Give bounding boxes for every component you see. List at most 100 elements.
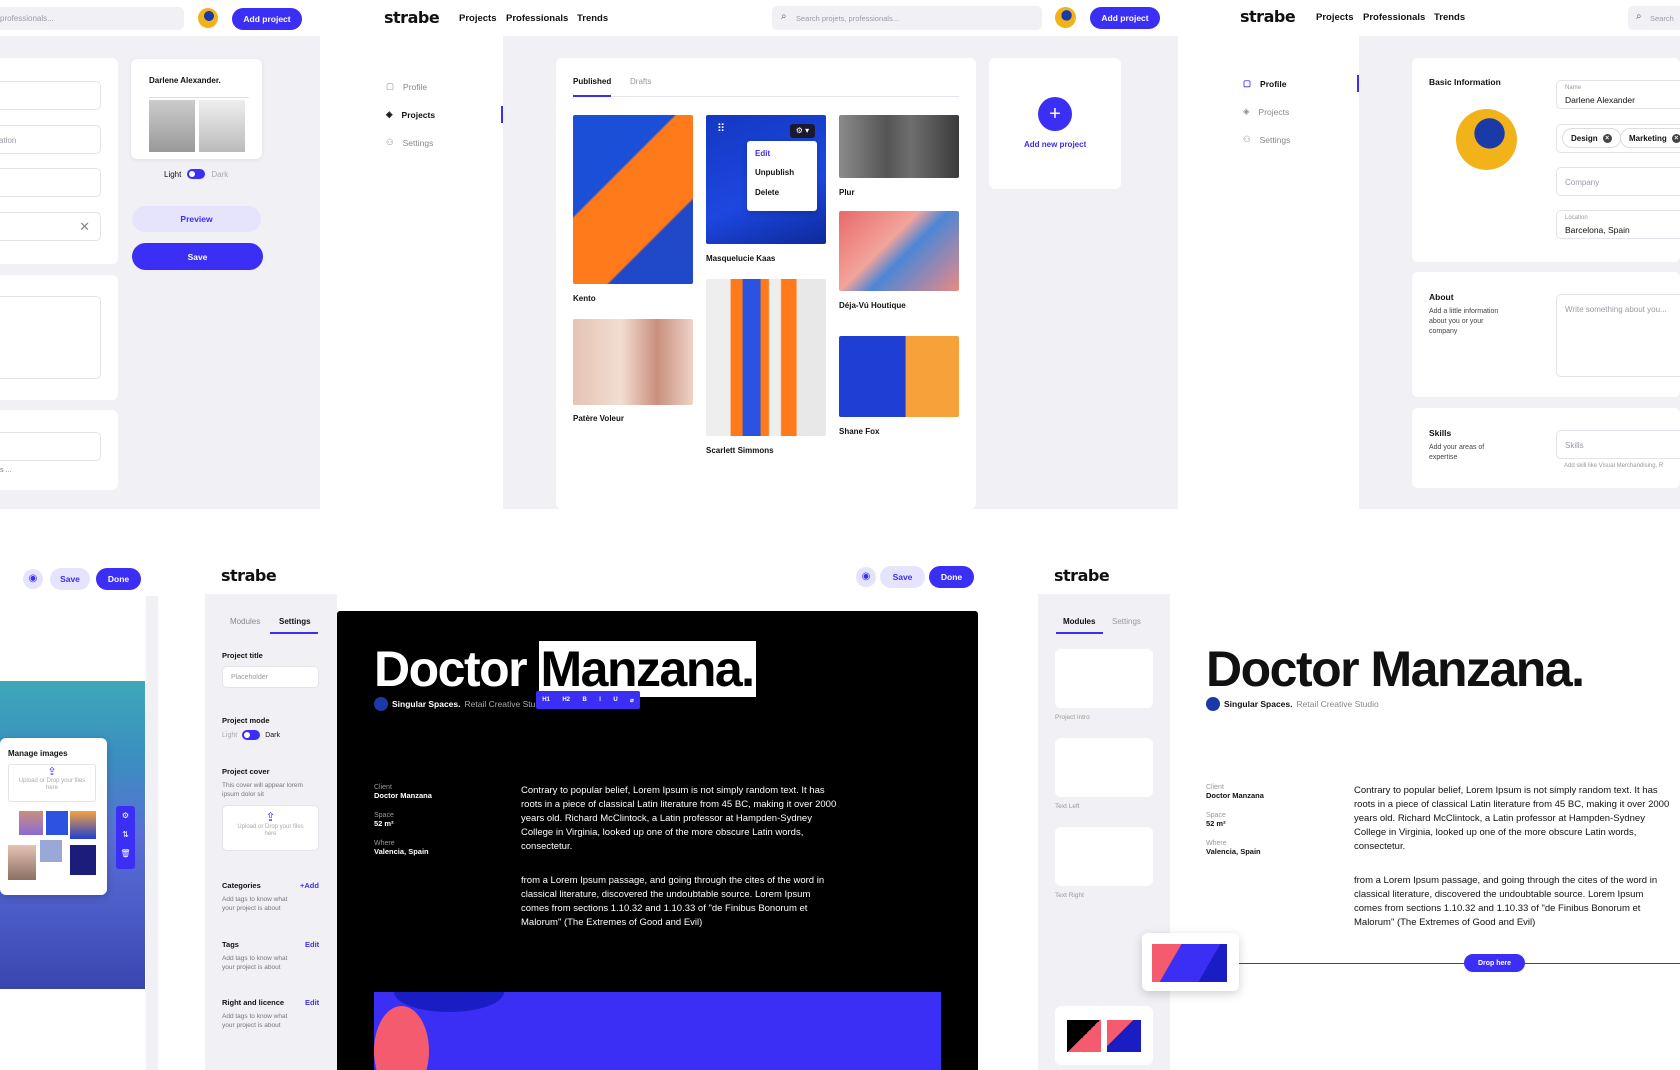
add-project-button[interactable]: Add project <box>232 8 302 30</box>
company-field[interactable]: Company <box>1556 167 1680 196</box>
nav-projects[interactable]: Projects <box>459 13 497 24</box>
eye-icon[interactable]: ◉ <box>856 567 876 587</box>
search-input[interactable]: ⌕ Search projets, professionals... <box>772 6 1042 30</box>
skills-input[interactable]: Skills <box>1556 430 1680 459</box>
tab-drafts[interactable]: Drafts <box>630 77 651 86</box>
project-image[interactable] <box>573 115 693 284</box>
done-button[interactable]: Done <box>929 566 974 588</box>
project-name[interactable]: Scarlett Simmons <box>706 446 774 455</box>
eye-icon[interactable]: ◉ <box>23 569 43 589</box>
drop-here-indicator[interactable]: Drop here <box>1464 954 1525 972</box>
avatar[interactable] <box>1055 7 1076 28</box>
name-field[interactable]: Name Darlene Alexander <box>1556 80 1680 109</box>
module-text-left[interactable] <box>1055 738 1153 797</box>
selected-text[interactable]: Manzana. <box>538 641 756 697</box>
article-paragraph-1[interactable]: Contrary to popular belief, Lorem Ipsum … <box>521 784 839 854</box>
sidebar-item-settings[interactable]: ⚇ Settings <box>386 137 433 148</box>
project-image[interactable] <box>839 115 959 178</box>
sidebar-item-settings[interactable]: ⚇ Settings <box>1243 134 1290 145</box>
sidebar-item-projects[interactable]: ◈ Projects <box>386 109 435 120</box>
save-button[interactable]: Save <box>880 566 925 588</box>
menu-edit[interactable]: Edit <box>755 149 770 158</box>
module-images[interactable] <box>1055 1006 1153 1065</box>
preview-button[interactable]: Preview <box>132 206 261 232</box>
drag-handle-icon[interactable]: ⠿ <box>717 122 725 135</box>
tab-modules[interactable]: Modules <box>1063 617 1095 626</box>
save-button[interactable]: Save <box>50 568 90 590</box>
h1-button[interactable]: H1 <box>542 697 550 703</box>
toggle-switch[interactable] <box>187 169 206 179</box>
project-image[interactable] <box>839 211 959 291</box>
sort-icon[interactable]: ⇅ <box>116 825 135 844</box>
mode-toggle[interactable]: Light Dark <box>164 169 228 179</box>
close-icon[interactable]: ✕ <box>79 219 90 235</box>
upload-dropzone[interactable]: ⇪ Upload or Drop your files here <box>8 764 96 802</box>
search-input-partial[interactable]: professionals... <box>0 7 184 30</box>
project-name[interactable]: Shane Fox <box>839 427 879 436</box>
field-3[interactable] <box>0 168 101 197</box>
article-title[interactable]: Doctor Manzana. <box>1206 640 1585 698</box>
edit-rights-link[interactable]: Edit <box>305 998 319 1007</box>
textarea-1[interactable] <box>0 296 101 379</box>
project-image[interactable] <box>573 319 693 405</box>
about-textarea[interactable]: Write something about you... <box>1556 294 1680 377</box>
logo[interactable]: strabe <box>1240 7 1296 26</box>
cover-dropzone[interactable]: ⇪ Upload or Drop your files here <box>222 805 319 851</box>
menu-delete[interactable]: Delete <box>755 188 779 197</box>
thumb[interactable] <box>46 811 68 835</box>
tag-marketing[interactable]: Marketing × <box>1620 128 1680 148</box>
thumb[interactable] <box>70 845 96 875</box>
menu-unpublish[interactable]: Unpublish <box>755 168 794 177</box>
article-paragraph-1[interactable]: Contrary to popular belief, Lorem Ipsum … <box>1354 784 1672 854</box>
link-icon[interactable]: ⌀ <box>630 697 634 704</box>
close-icon[interactable]: × <box>1602 133 1612 143</box>
nav-projects[interactable]: Projects <box>1316 12 1354 23</box>
edit-tags-link[interactable]: Edit <box>305 940 319 949</box>
close-icon[interactable]: × <box>1671 133 1680 143</box>
thumb[interactable] <box>19 811 43 835</box>
mode-toggle[interactable]: Light Dark <box>222 730 280 740</box>
project-image[interactable] <box>706 279 826 436</box>
trash-icon[interactable]: 🗑 <box>116 844 135 863</box>
nav-trends[interactable]: Trends <box>577 13 608 24</box>
project-name[interactable]: Patère Voleur <box>573 414 624 423</box>
article-paragraph-2[interactable]: from a Lorem Ipsum passage, and going th… <box>521 874 839 930</box>
article-paragraph-2[interactable]: from a Lorem Ipsum passage, and going th… <box>1354 874 1672 930</box>
gear-icon[interactable]: ⚙ ▾ <box>790 124 815 138</box>
project-image[interactable] <box>839 336 959 417</box>
tab-modules[interactable]: Modules <box>230 617 260 626</box>
article-title[interactable]: Doctor Manzana. <box>374 640 756 698</box>
nav-professionals[interactable]: Professionals <box>1363 12 1425 23</box>
italic-button[interactable]: I <box>599 697 601 703</box>
module-intro[interactable] <box>1055 649 1153 708</box>
add-new-project-link[interactable]: Add new project <box>1024 140 1086 149</box>
logo[interactable]: strabe <box>384 8 440 27</box>
save-button[interactable]: Save <box>132 243 263 270</box>
sidebar-item-profile[interactable]: ▢ Profile <box>1243 78 1286 89</box>
h2-button[interactable]: H2 <box>562 697 570 703</box>
profile-avatar[interactable] <box>1456 109 1517 170</box>
logo[interactable]: strabe <box>221 566 277 585</box>
logo[interactable]: strabe <box>1054 566 1110 585</box>
project-title-input[interactable]: Placeholder <box>222 666 319 688</box>
avatar[interactable] <box>198 8 218 28</box>
location-field[interactable]: Location Barcelona, Spain <box>1556 210 1680 239</box>
project-name[interactable]: Masquelucie Kaas <box>706 254 775 263</box>
search-input[interactable]: ⌕ Search <box>1628 6 1680 30</box>
thumb[interactable] <box>40 840 62 862</box>
nav-professionals[interactable]: Professionals <box>506 13 568 24</box>
thumb[interactable] <box>70 811 96 839</box>
nav-trends[interactable]: Trends <box>1434 12 1465 23</box>
plus-icon[interactable]: + <box>1038 97 1072 131</box>
field-5[interactable] <box>0 432 101 461</box>
tab-settings[interactable]: Settings <box>279 617 311 626</box>
add-category-link[interactable]: +Add <box>300 881 319 890</box>
tab-published[interactable]: Published <box>573 77 611 86</box>
add-project-button[interactable]: Add project <box>1090 7 1160 29</box>
underline-button[interactable]: U <box>613 697 617 703</box>
sidebar-item-profile[interactable]: ▢ Profile <box>386 81 427 92</box>
project-name[interactable]: Déja-Vú Houtique <box>839 301 906 310</box>
field-2[interactable]: ation <box>0 125 101 154</box>
thumb[interactable] <box>8 845 36 880</box>
dragging-module[interactable] <box>1142 933 1239 991</box>
